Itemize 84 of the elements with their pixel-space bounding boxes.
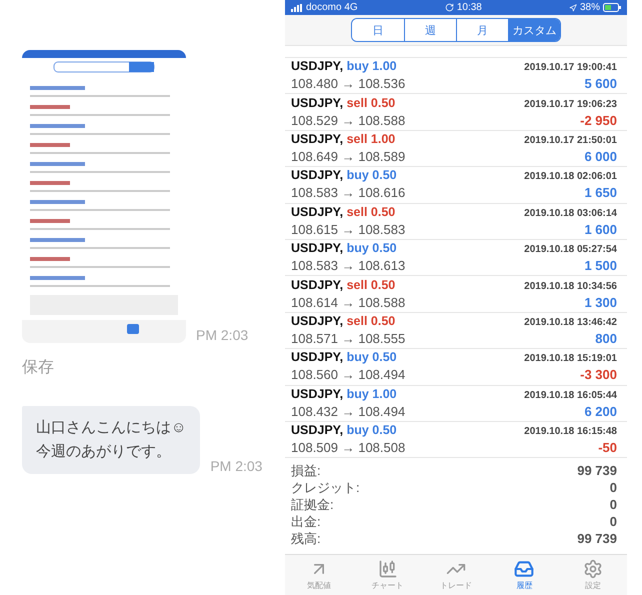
trade-profit: 6 200 (584, 404, 617, 419)
summary-label: クレジット: (291, 478, 360, 497)
trade-time: 2019.10.17 19:00:41 (524, 62, 617, 74)
message-time: PM 2:03 (210, 458, 262, 474)
trade-title: USDJPY, buy 0.50 (291, 350, 397, 364)
trade-row[interactable]: USDJPY, buy 0.50 2019.10.18 05:27:54 108.583 → 108.613 1 500 (285, 240, 627, 276)
message-time: PM 2:03 (196, 327, 248, 343)
trade-profit: -2 950 (580, 112, 617, 128)
inbox-icon (514, 559, 534, 579)
trade-prices: 108.560 → 108.494 (291, 367, 406, 382)
trade-prices: 108.583 → 108.613 (291, 258, 406, 274)
trade-time: 2019.10.18 05:27:54 (524, 244, 617, 256)
trade-time: 2019.10.17 21:50:01 (524, 134, 617, 146)
period-tab[interactable]: 週 (404, 19, 456, 41)
period-tab[interactable]: 日 (352, 19, 404, 41)
summary-value: 99 739 (577, 531, 617, 546)
summary-label: 残高: (291, 530, 321, 548)
trade-time: 2019.10.18 10:34:56 (524, 280, 617, 292)
battery-icon (603, 3, 621, 12)
trade-prices: 108.615 → 108.583 (291, 222, 406, 237)
trade-prices: 108.509 → 108.508 (291, 440, 406, 456)
trade-prices: 108.571 → 108.555 (291, 330, 406, 346)
tab-bar-item[interactable]: 履歴 (490, 555, 559, 595)
trade-title: USDJPY, sell 0.50 (291, 204, 396, 219)
trade-time: 2019.10.18 16:15:48 (524, 426, 617, 438)
battery-percent: 38% (580, 2, 600, 13)
message-bubble: 山口さんこんにちは☺ 今週のあがりです。 (22, 406, 200, 474)
signal-icon (291, 4, 303, 12)
trade-profit: -3 300 (580, 367, 617, 382)
save-label: 保存 (22, 358, 55, 378)
trade-title: USDJPY, buy 0.50 (291, 423, 397, 438)
trade-row[interactable]: USDJPY, buy 0.50 2019.10.18 15:19:01 108.560 → 108.494 -3 300 (285, 349, 627, 386)
trade-prices: 108.529 → 108.588 (291, 112, 406, 128)
settings-icon (582, 559, 603, 579)
summary-label: 証拠金: (291, 496, 334, 514)
trade-time: 2019.10.18 13:46:42 (524, 316, 617, 328)
trade-row[interactable]: USDJPY, sell 0.50 2019.10.18 13:46:42 108.571 → 108.555 800 (285, 312, 627, 350)
trade-row[interactable]: USDJPY, sell 0.50 2019.10.18 10:34:56 108.614 → 108.588 1 300 (285, 276, 627, 313)
trade-time: 2019.10.18 15:19:01 (524, 353, 617, 364)
trade-title: USDJPY, buy 1.00 (291, 59, 397, 74)
summary-value: 0 (610, 497, 617, 512)
trade-profit: 6 000 (584, 148, 617, 164)
period-tab[interactable]: カスタム (508, 19, 560, 41)
trade-row[interactable]: USDJPY, sell 0.50 2019.10.18 03:06:14 108.615 → 108.583 1 600 (285, 204, 627, 240)
trade-profit: -50 (598, 440, 617, 456)
trade-prices: 108.432 → 108.494 (291, 404, 406, 419)
trade-profit: 1 650 (584, 185, 617, 200)
trade-prices: 108.583 → 108.616 (291, 185, 406, 200)
trade-row[interactable]: USDJPY, buy 0.50 2019.10.18 02:06:01 108.583 → 108.616 1 650 (285, 167, 627, 204)
trade-profit: 1 300 (584, 294, 617, 310)
trade-row[interactable]: USDJPY, buy 1.00 2019.10.18 16:05:44 108.432 → 108.494 6 200 (285, 386, 627, 422)
trade-prices: 108.649 → 108.589 (291, 148, 406, 164)
trade-row[interactable]: USDJPY, sell 1.00 2019.10.17 21:50:01 108.649 → 108.589 6 000 (285, 130, 627, 168)
trade-profit: 1 500 (584, 258, 617, 274)
trade-row[interactable]: USDJPY, buy 0.50 2019.10.18 16:15:48 108.509 → 108.508 -50 (285, 422, 627, 458)
summary-value: 0 (610, 514, 617, 530)
summary-value: 0 (610, 480, 617, 496)
summary-label: 出金: (291, 512, 321, 531)
trade-title: USDJPY, buy 1.00 (291, 386, 397, 401)
trade-time: 2019.10.18 02:06:01 (524, 171, 617, 182)
trade-time: 2019.10.18 16:05:44 (524, 390, 617, 401)
trade-title: USDJPY, sell 0.50 (291, 96, 396, 110)
trade-prices: 108.614 → 108.588 (291, 294, 406, 310)
period-tab[interactable]: 月 (456, 19, 508, 41)
trade-row[interactable]: USDJPY, sell 0.50 2019.10.17 19:06:23 108.529 → 108.588 -2 950 (285, 94, 627, 131)
trade-time: 2019.10.17 19:06:23 (524, 98, 617, 110)
trade-profit: 1 600 (584, 222, 617, 237)
trade-time: 2019.10.18 03:06:14 (524, 208, 617, 219)
trade-row[interactable]: USDJPY, buy 1.00 2019.10.17 19:00:41 108.480 → 108.536 5 600 (285, 58, 627, 94)
trade-title: USDJPY, sell 0.50 (291, 278, 396, 292)
carrier-label: docomo 4G (306, 2, 358, 13)
trade-title: USDJPY, buy 0.50 (291, 241, 397, 256)
rotation-lock-icon (444, 3, 454, 12)
trade-profit: 5 600 (584, 76, 617, 92)
trade-title: USDJPY, buy 0.50 (291, 168, 397, 182)
summary-label: 損益: (291, 462, 321, 480)
location-icon (568, 4, 577, 12)
trade-profit: 800 (595, 330, 617, 346)
trade-prices: 108.480 → 108.536 (291, 76, 406, 92)
summary-value: 99 739 (577, 463, 617, 478)
trade-title: USDJPY, sell 1.00 (291, 132, 396, 146)
trade-title: USDJPY, sell 0.50 (291, 314, 396, 328)
clock-time: 10:38 (456, 2, 482, 13)
candlestick-icon (378, 559, 398, 579)
